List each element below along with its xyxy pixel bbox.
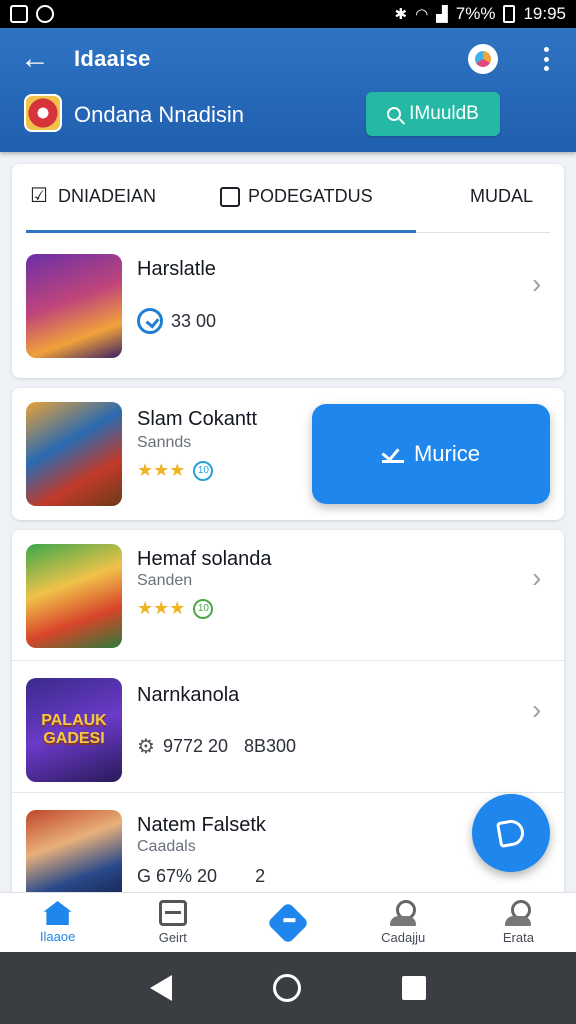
list-divider (12, 792, 564, 793)
list-item-meta: 33 00 (137, 308, 216, 334)
gear-icon: ⚙ (137, 736, 155, 758)
list-item-title[interactable]: Narnkanola (137, 684, 239, 707)
tab-first-label: DNIADEIAN (58, 186, 157, 206)
game-thumbnail[interactable] (26, 254, 122, 358)
list-item-subtitle: Sannds (137, 434, 192, 451)
nav-grid-label: Geirt (158, 930, 187, 945)
list-item-title[interactable]: Hemaf solanda (137, 548, 272, 571)
header-search-button[interactable]: IMuuldB (366, 92, 500, 136)
battery-level: 7%% (455, 4, 496, 23)
chevron-right-icon[interactable]: › (532, 270, 541, 298)
action-button-label: Murice (413, 441, 480, 466)
list-item-rating: ★★★ 10 (137, 460, 214, 481)
tab-bar: ☑ DNIADEIAN PODEGATDUS MUDAL (12, 164, 564, 236)
bluetooth-icon: ✱ (394, 6, 408, 23)
nav-home[interactable]: Ilaaoe (0, 893, 115, 952)
header-subtitle: Ondana Nnadisin (74, 102, 245, 127)
edit-icon (220, 186, 240, 207)
gallery-icon (10, 5, 28, 23)
list-item-title[interactable]: Natem Falsetk (137, 814, 266, 837)
page-title: Idaaise (74, 46, 151, 71)
tab-third-label: MUDAL (470, 186, 534, 206)
header-search-button-label: IMuuldB (409, 103, 479, 124)
signal-icon: ▟ (436, 6, 448, 23)
content-card: ☑ DNIADEIAN PODEGATDUS MUDAL Harslatle 3… (12, 164, 564, 378)
send-icon (495, 817, 527, 849)
list-item-rating: ★★★ 10 (137, 598, 214, 619)
nav-grid[interactable]: Geirt (115, 893, 230, 952)
star-rating-icon: ★★★ (137, 598, 186, 618)
notification-icon (36, 5, 54, 23)
home-icon (43, 901, 72, 925)
checklist-icon: ☑ (30, 184, 48, 207)
coin-icon: 10 (193, 460, 214, 481)
back-arrow-icon[interactable]: ← (18, 42, 52, 76)
nav-home-label: Ilaaoe (39, 929, 76, 944)
check-icon (381, 445, 404, 463)
timer-icon (137, 308, 163, 334)
coin-icon: 10 (193, 598, 214, 619)
list-divider (12, 660, 564, 661)
wifi-icon: ◠ (415, 6, 429, 23)
game-thumbnail[interactable] (26, 810, 122, 892)
app-header: ← Idaaise Ondana Nnadisin IMuuldB (0, 28, 576, 152)
system-home-icon[interactable] (272, 974, 301, 1002)
list-item-meta: G 67% 20 2 (137, 866, 266, 886)
brand-logo-icon[interactable] (468, 44, 498, 74)
list-item-title: Slam Cokantt (137, 408, 258, 430)
list-item-meta: ⚙ 9772 20 8B300 (137, 736, 297, 758)
send-icon (266, 901, 310, 944)
game-thumbnail[interactable] (26, 544, 122, 648)
action-button[interactable]: Murice (312, 404, 550, 504)
more-menu-icon[interactable] (536, 44, 556, 74)
search-icon (387, 107, 402, 121)
system-recents-icon[interactable] (401, 976, 426, 1000)
tab-first[interactable]: ☑ DNIADEIAN (30, 186, 156, 207)
status-bar: ✱ ◠ ▟ 7%% 19:95 (0, 0, 576, 28)
profile-icon (505, 900, 532, 926)
system-navigation-bar (0, 952, 576, 1024)
user-icon (390, 900, 417, 926)
nav-profile[interactable]: Erata (461, 893, 576, 952)
status-time: 19:95 (523, 4, 566, 23)
system-back-icon[interactable] (150, 975, 173, 1001)
app-logo (24, 94, 62, 132)
nav-account-label: Cadajju (381, 930, 426, 945)
bottom-navigation: Ilaaoe Geirt Cadajju Erata (0, 892, 576, 952)
chevron-right-icon[interactable]: › (532, 564, 541, 592)
tab-third[interactable]: MUDAL (470, 186, 533, 207)
tab-active-indicator (26, 230, 416, 233)
nav-profile-label: Erata (502, 930, 534, 945)
battery-icon (503, 5, 516, 23)
dashboard-icon (158, 900, 187, 926)
list-item-subtitle: Caadals (137, 838, 196, 855)
nav-send[interactable] (230, 893, 345, 952)
list-item-title[interactable]: Harslatle (137, 258, 216, 281)
thumbnail-text: PALAUK GADESI (41, 712, 107, 747)
nav-account[interactable]: Cadajju (346, 893, 461, 952)
list-item-subtitle: Sanden (137, 572, 193, 589)
tab-second[interactable]: PODEGATDUS (220, 186, 373, 207)
game-thumbnail[interactable] (26, 402, 122, 506)
chevron-right-icon[interactable]: › (532, 696, 541, 724)
tab-second-label: PODEGATDUS (248, 186, 373, 206)
game-thumbnail[interactable]: PALAUK GADESI (26, 678, 122, 782)
star-rating-icon: ★★★ (137, 460, 186, 480)
floating-send-button[interactable] (472, 794, 550, 872)
